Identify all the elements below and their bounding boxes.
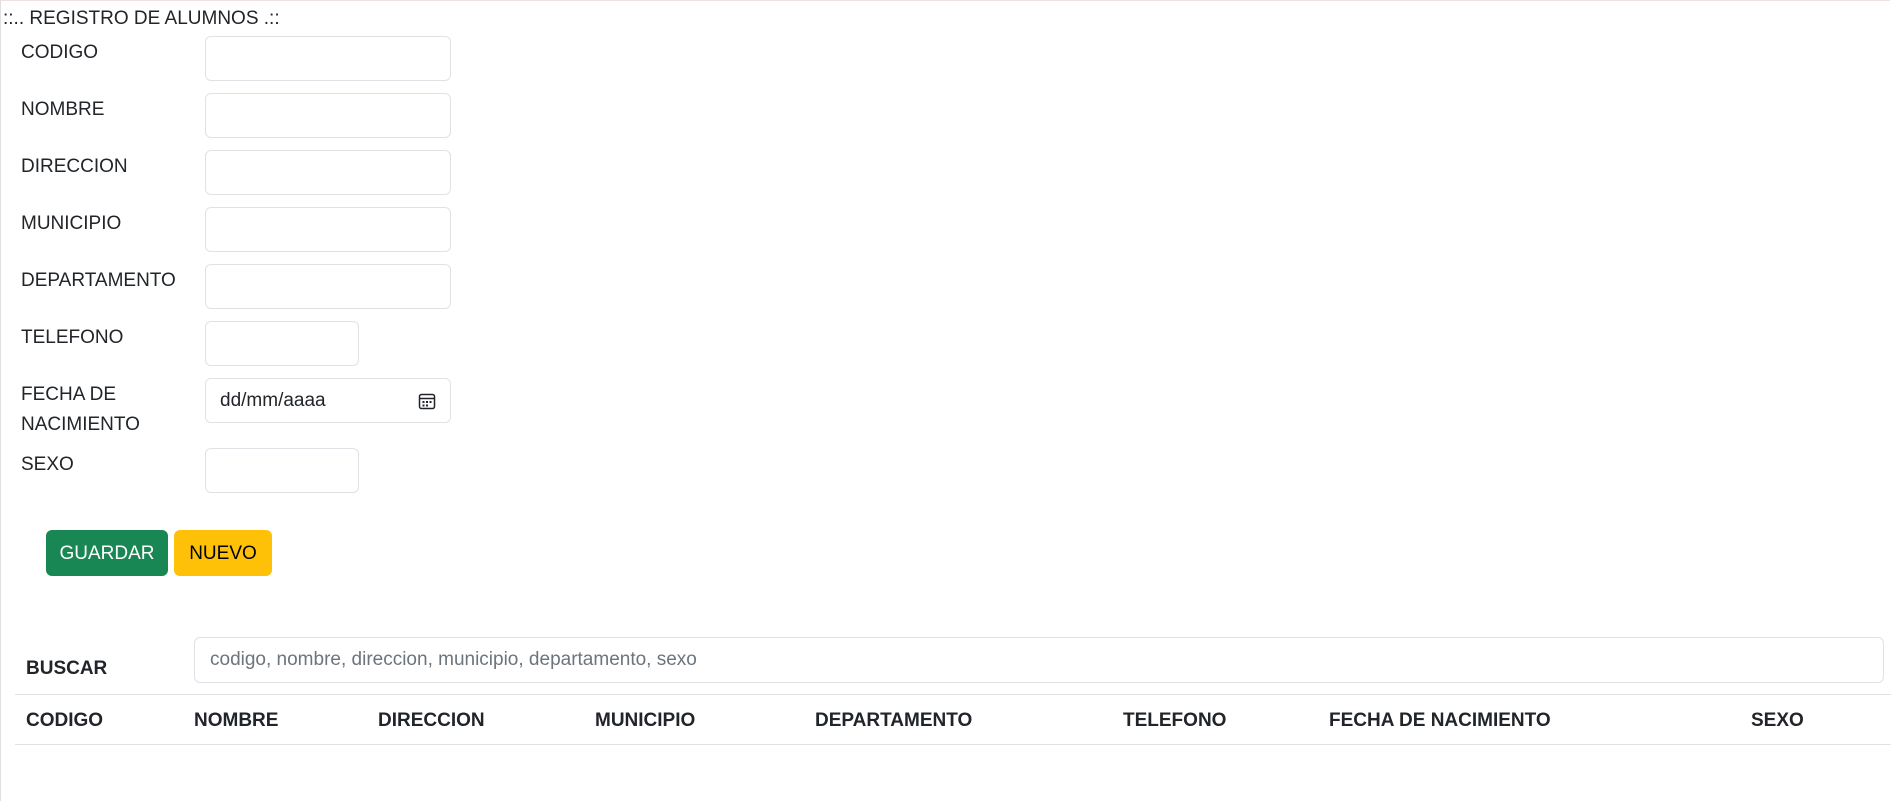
table-top-border xyxy=(15,694,1891,695)
search-placeholder: codigo, nombre, direccion, municipio, de… xyxy=(210,649,697,670)
column-header-nombre: NOMBRE xyxy=(194,710,279,731)
field-label-direccion: DIRECCION xyxy=(21,156,128,177)
fecha-nacimiento-input[interactable]: dd/mm/aaaa xyxy=(205,378,451,423)
table-header-bottom-border xyxy=(15,744,1891,745)
sexo-input[interactable] xyxy=(205,448,359,493)
departamento-input[interactable] xyxy=(205,264,451,309)
field-label-fecha-nacimiento: FECHA DE NACIMIENTO xyxy=(21,384,140,435)
direccion-input[interactable] xyxy=(205,150,451,195)
column-header-municipio: MUNICIPIO xyxy=(595,710,696,731)
column-header-departamento: DEPARTAMENTO xyxy=(815,710,973,731)
nombre-input[interactable] xyxy=(205,93,451,138)
calendar-icon[interactable] xyxy=(418,392,436,410)
column-header-sexo: SEXO xyxy=(1751,710,1804,731)
new-button[interactable]: NUEVO xyxy=(174,530,272,576)
municipio-input[interactable] xyxy=(205,207,451,252)
save-button[interactable]: GUARDAR xyxy=(46,530,168,576)
page-frame: ::.. REGISTRO DE ALUMNOS .:: CODIGO NOMB… xyxy=(0,0,1891,801)
column-header-telefono: TELEFONO xyxy=(1123,710,1227,731)
field-label-telefono: TELEFONO xyxy=(21,327,124,348)
column-header-direccion: DIRECCION xyxy=(378,710,485,731)
form-title: ::.. REGISTRO DE ALUMNOS .:: xyxy=(3,8,280,29)
column-header-codigo: CODIGO xyxy=(26,710,104,731)
field-label-municipio: MUNICIPIO xyxy=(21,213,122,234)
date-placeholder: dd/mm/aaaa xyxy=(220,389,326,411)
telefono-input[interactable] xyxy=(205,321,359,366)
field-label-sexo: SEXO xyxy=(21,454,74,475)
field-label-codigo: CODIGO xyxy=(21,42,99,63)
column-header-fecha-nacimiento: FECHA DE NACIMIENTO xyxy=(1329,710,1551,731)
field-label-departamento: DEPARTAMENTO xyxy=(21,270,176,291)
search-label: BUSCAR xyxy=(26,658,108,679)
codigo-input[interactable] xyxy=(205,36,451,81)
field-label-nombre: NOMBRE xyxy=(21,99,105,120)
search-input[interactable]: codigo, nombre, direccion, municipio, de… xyxy=(194,637,1884,683)
